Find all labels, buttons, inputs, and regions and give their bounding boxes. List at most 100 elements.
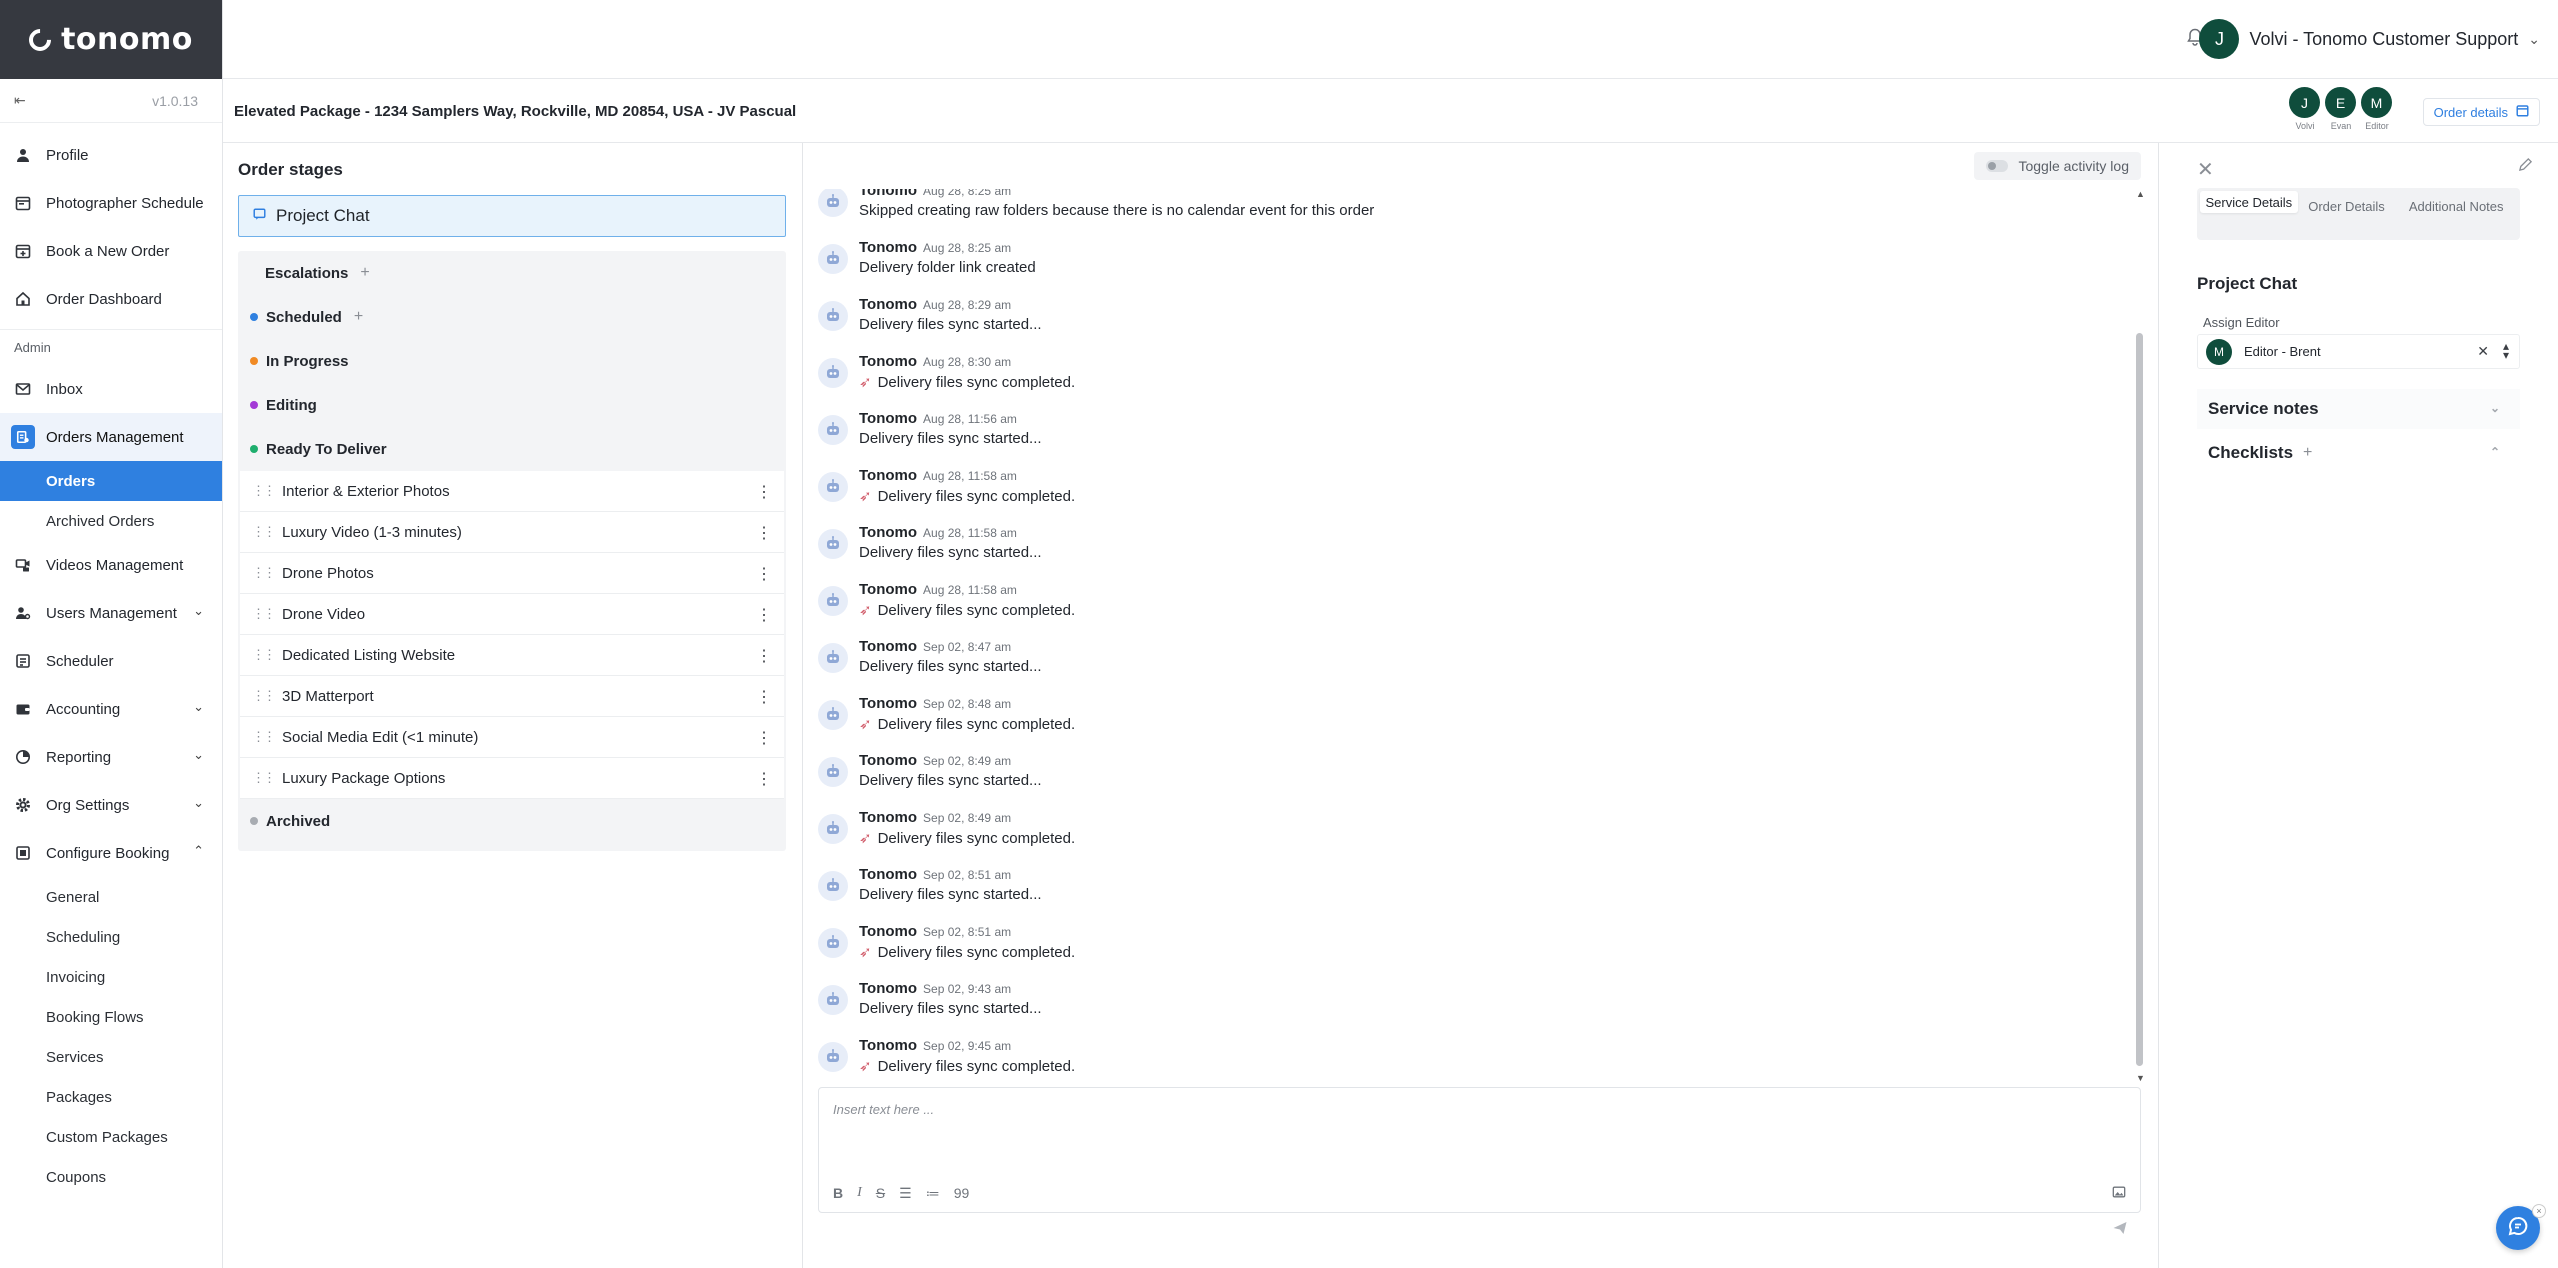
- ordered-list-icon[interactable]: ☰: [899, 1185, 912, 1202]
- more-vertical-icon[interactable]: ⋮: [756, 523, 772, 543]
- drag-handle-icon[interactable]: ⋮⋮: [252, 565, 276, 581]
- chat-scrollbar[interactable]: ▲ ▼: [2136, 189, 2145, 1083]
- chevron-updown-icon[interactable]: ▴ ▾: [2503, 340, 2509, 361]
- sidebar-item-users-management[interactable]: Users Management ⌄: [0, 589, 222, 637]
- sidebar-item-invoicing[interactable]: Invoicing: [0, 957, 222, 997]
- add-scheduled-icon[interactable]: +: [354, 308, 363, 326]
- stage-editing[interactable]: Editing: [238, 383, 786, 427]
- sidebar-item-coupons[interactable]: Coupons: [0, 1157, 222, 1197]
- drag-handle-icon[interactable]: ⋮⋮: [252, 688, 276, 704]
- sidebar-item-archived-orders[interactable]: Archived Orders: [0, 501, 222, 541]
- sidebar-item-orders[interactable]: Orders: [0, 461, 222, 501]
- send-icon[interactable]: [2112, 1220, 2128, 1238]
- chevron-down-icon[interactable]: ⌄: [193, 699, 204, 715]
- service-row[interactable]: ⋮⋮ Social Media Edit (<1 minute) ⋮: [240, 717, 784, 758]
- service-row[interactable]: ⋮⋮ Luxury Video (1-3 minutes) ⋮: [240, 512, 784, 553]
- sidebar-item-scheduling[interactable]: Scheduling: [0, 917, 222, 957]
- sidebar-item-booking-flows[interactable]: Booking Flows: [0, 997, 222, 1037]
- bullet-list-icon[interactable]: ≔: [926, 1185, 940, 1202]
- sidebar-item-profile[interactable]: Profile: [0, 131, 222, 179]
- add-escalation-icon[interactable]: +: [360, 264, 369, 282]
- stage-escalations[interactable]: Escalations +: [238, 251, 786, 295]
- message-author: Tonomo: [859, 866, 918, 883]
- service-row[interactable]: ⋮⋮ Interior & Exterior Photos ⋮: [240, 471, 784, 512]
- sidebar-item-accounting[interactable]: Accounting ⌄: [0, 685, 222, 733]
- sidebar-item-custom-packages[interactable]: Custom Packages: [0, 1117, 222, 1157]
- scroll-up-arrow-icon[interactable]: ▲: [2136, 189, 2145, 199]
- sidebar-item-scheduler[interactable]: Scheduler: [0, 637, 222, 685]
- italic-icon[interactable]: I: [857, 1185, 862, 1202]
- image-icon[interactable]: [2112, 1185, 2126, 1202]
- drag-handle-icon[interactable]: ⋮⋮: [252, 483, 276, 499]
- collapse-sidebar-icon[interactable]: ⇤: [14, 92, 26, 109]
- drag-handle-icon[interactable]: ⋮⋮: [252, 524, 276, 540]
- sidebar-item-inbox[interactable]: Inbox: [0, 365, 222, 413]
- service-row[interactable]: ⋮⋮ 3D Matterport ⋮: [240, 676, 784, 717]
- sidebar-item-videos-management[interactable]: Videos Management: [0, 541, 222, 589]
- chevron-down-icon[interactable]: ⌄: [193, 747, 204, 763]
- sidebar-item-general[interactable]: General: [0, 877, 222, 917]
- chevron-down-icon[interactable]: ⌄: [193, 795, 204, 811]
- sidebar-item-reporting[interactable]: Reporting ⌄: [0, 733, 222, 781]
- more-vertical-icon[interactable]: ⋮: [756, 646, 772, 666]
- project-chat-tab[interactable]: Project Chat: [238, 195, 786, 237]
- sidebar-item-book-new-order[interactable]: Book a New Order: [0, 227, 222, 275]
- stage-ready-to-deliver[interactable]: Ready To Deliver: [238, 427, 786, 471]
- checklists-section[interactable]: Checklists + ⌃: [2197, 433, 2520, 473]
- service-row[interactable]: ⋮⋮ Dedicated Listing Website ⋮: [240, 635, 784, 676]
- sidebar-item-org-settings[interactable]: Org Settings ⌄: [0, 781, 222, 829]
- stage-archived[interactable]: Archived: [238, 799, 786, 843]
- user-menu[interactable]: J Volvi - Tonomo Customer Support ⌄: [2199, 19, 2540, 59]
- clear-icon[interactable]: ✕: [2477, 343, 2489, 360]
- close-icon[interactable]: ✕: [2197, 157, 2214, 182]
- message-list[interactable]: Tonomo Aug 28, 8:25 am Skipped creating ra…: [818, 189, 2128, 1074]
- toggle-activity-log[interactable]: Toggle activity log: [1974, 152, 2141, 180]
- brand-logo[interactable]: tonomo: [0, 0, 222, 79]
- more-vertical-icon[interactable]: ⋮: [756, 564, 772, 584]
- service-row[interactable]: ⋮⋮ Drone Video ⋮: [240, 594, 784, 635]
- sidebar-item-orders-management[interactable]: Orders Management: [0, 413, 222, 461]
- drag-handle-icon[interactable]: ⋮⋮: [252, 729, 276, 745]
- more-vertical-icon[interactable]: ⋮: [756, 728, 772, 748]
- chevron-down-icon[interactable]: ⌄: [193, 603, 204, 619]
- message-content: Delivery files sync completed.: [877, 716, 1076, 733]
- message-author: Tonomo: [859, 809, 918, 826]
- drag-handle-icon[interactable]: ⋮⋮: [252, 770, 276, 786]
- scroll-down-arrow-icon[interactable]: ▼: [2136, 1073, 2145, 1083]
- quote-icon[interactable]: 99: [954, 1185, 970, 1202]
- service-notes-section[interactable]: Service notes ⌄: [2197, 389, 2520, 429]
- assignee[interactable]: E Evan: [2325, 87, 2357, 131]
- toggle-switch[interactable]: [1986, 160, 2009, 172]
- assign-editor-select[interactable]: M Editor - Brent ✕ ▴ ▾: [2197, 334, 2520, 369]
- sidebar-item-photographer-schedule[interactable]: Photographer Schedule: [0, 179, 222, 227]
- tab-additional-notes[interactable]: Additional Notes: [2395, 191, 2517, 237]
- drag-handle-icon[interactable]: ⋮⋮: [252, 606, 276, 622]
- more-vertical-icon[interactable]: ⋮: [756, 605, 772, 625]
- tab-service-details[interactable]: Service Details: [2200, 191, 2298, 213]
- close-icon[interactable]: ×: [2532, 1204, 2546, 1218]
- stage-scheduled[interactable]: Scheduled +: [238, 295, 786, 339]
- bold-icon[interactable]: B: [833, 1185, 843, 1202]
- sidebar-item-configure-booking[interactable]: Configure Booking ⌃: [0, 829, 222, 877]
- message-body: Tonomo Sep 02, 9:43 am Delivery files sync…: [859, 971, 1042, 1028]
- more-vertical-icon[interactable]: ⋮: [756, 482, 772, 502]
- message-input[interactable]: [819, 1088, 2140, 1166]
- order-details-button[interactable]: Order details: [2422, 98, 2540, 126]
- stage-in-progress[interactable]: In Progress: [238, 339, 786, 383]
- service-row[interactable]: ⋮⋮ Luxury Package Options ⋮: [240, 758, 784, 799]
- sidebar-item-order-dashboard[interactable]: Order Dashboard: [0, 275, 222, 323]
- drag-handle-icon[interactable]: ⋮⋮: [252, 647, 276, 663]
- service-row[interactable]: ⋮⋮ Drone Photos ⋮: [240, 553, 784, 594]
- chevron-up-icon[interactable]: ⌃: [193, 843, 204, 859]
- add-checklist-icon[interactable]: +: [2303, 444, 2312, 462]
- edit-icon[interactable]: [2518, 157, 2533, 176]
- sidebar-item-services[interactable]: Services: [0, 1037, 222, 1077]
- assignee[interactable]: J Volvi: [2289, 87, 2321, 131]
- strikethrough-icon[interactable]: S: [876, 1185, 885, 1202]
- more-vertical-icon[interactable]: ⋮: [756, 687, 772, 707]
- scrollbar-thumb[interactable]: [2136, 333, 2143, 1066]
- sidebar-item-packages[interactable]: Packages: [0, 1077, 222, 1117]
- tab-order-details[interactable]: Order Details: [2298, 191, 2396, 237]
- more-vertical-icon[interactable]: ⋮: [756, 769, 772, 789]
- assignee[interactable]: M Editor: [2361, 87, 2393, 131]
